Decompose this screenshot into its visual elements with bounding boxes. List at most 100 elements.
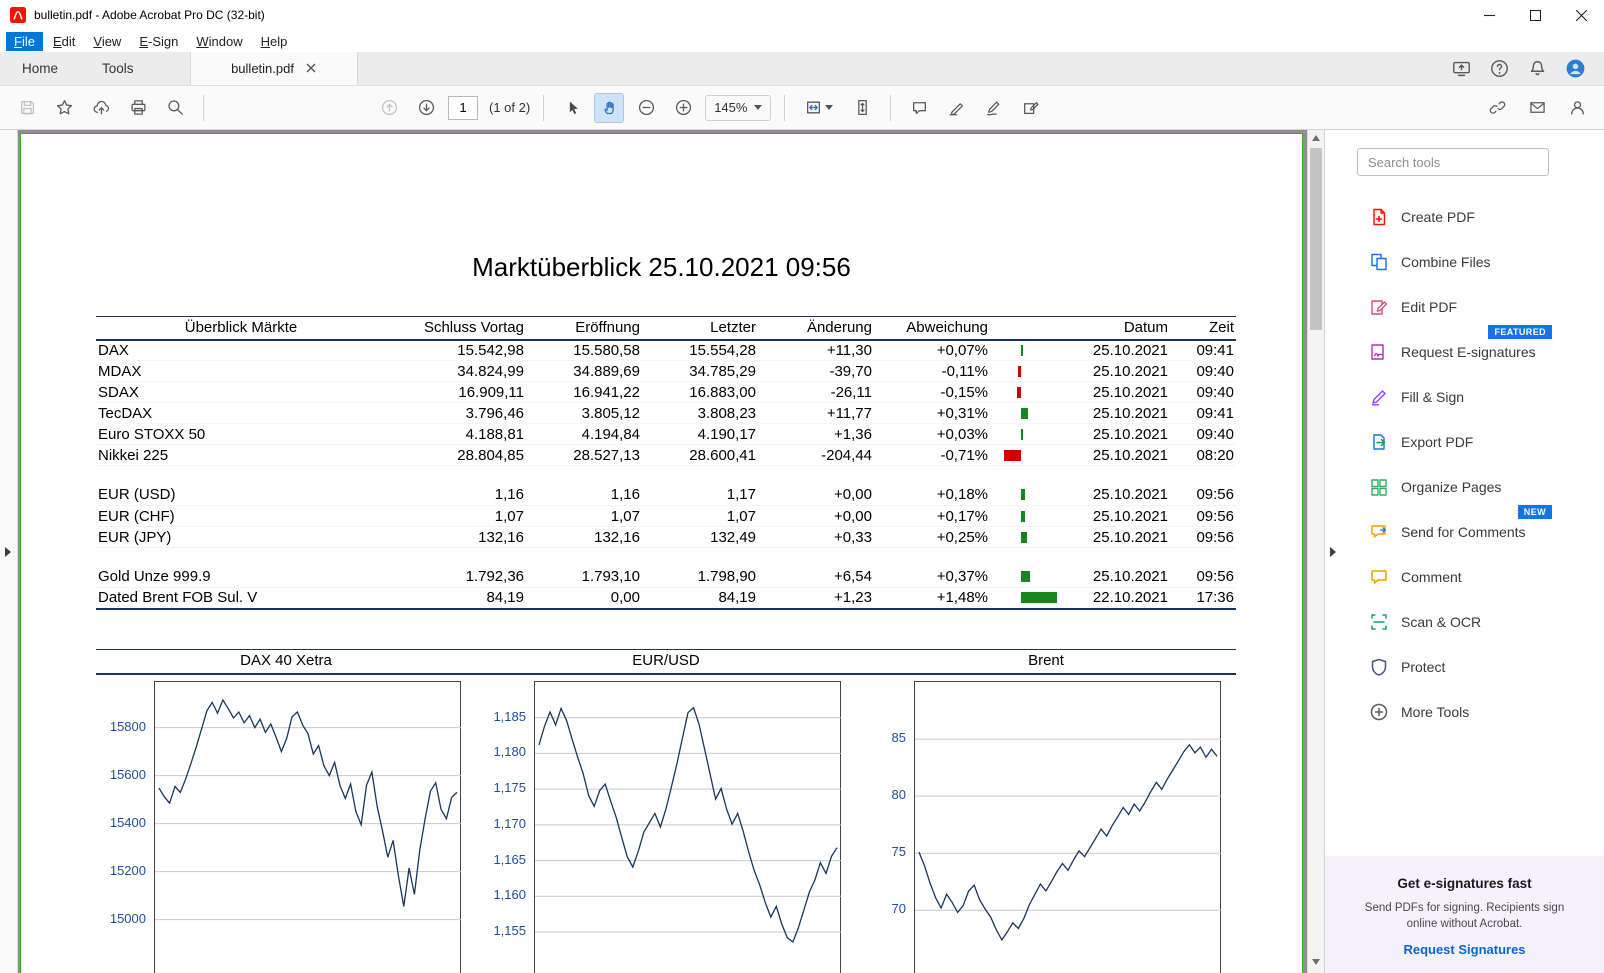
tool-scan-ocr[interactable]: Scan & OCR: [1325, 599, 1604, 644]
star-icon: [56, 99, 73, 116]
tab-document[interactable]: bulletin.pdf: [190, 52, 358, 85]
cell-open: 16.941,22: [526, 382, 642, 403]
minimize-icon: [1484, 10, 1495, 21]
table-row: Nikkei 22528.804,8528.527,1328.600,41-20…: [96, 445, 1236, 466]
tool-label: Protect: [1401, 659, 1445, 675]
tool-label: Combine Files: [1401, 254, 1490, 270]
page-number-input[interactable]: [448, 96, 478, 120]
tool-send-comments[interactable]: Send for CommentsNEW: [1325, 509, 1604, 554]
menu-bar: FileEditViewE-SignWindowHelp: [0, 30, 1604, 52]
toolbar-separator: [784, 95, 785, 121]
scroll-down-arrow-icon[interactable]: [1312, 959, 1320, 965]
tool-combine-files[interactable]: Combine Files: [1325, 239, 1604, 284]
share-screen-icon[interactable]: [1448, 56, 1474, 82]
cell-bar: [990, 588, 1050, 609]
cell-bar: [990, 567, 1050, 588]
zoom-out-button[interactable]: [631, 93, 661, 123]
menu-help[interactable]: Help: [253, 32, 296, 51]
cell-change: +1,23: [758, 588, 874, 609]
minimize-button[interactable]: [1466, 0, 1512, 30]
next-page-button[interactable]: [411, 93, 441, 123]
y-axis-label: 15200: [110, 863, 146, 878]
tool-organize-pages[interactable]: Organize Pages: [1325, 464, 1604, 509]
nav-pane-toggle-icon[interactable]: [5, 547, 11, 557]
search-button[interactable]: [160, 93, 190, 123]
zoom-level-select[interactable]: 145%: [705, 95, 771, 121]
request-signatures-link[interactable]: Request Signatures: [1351, 942, 1578, 957]
arrow-down-circle-icon: [418, 99, 435, 116]
table-row: EUR (JPY)132,16132,16132,49+0,33+0,25%25…: [96, 527, 1236, 548]
tool-create-pdf[interactable]: Create PDF: [1325, 194, 1604, 239]
cell-close: 132,16: [386, 527, 526, 548]
vertical-scrollbar[interactable]: [1307, 130, 1324, 973]
tool-fill-sign[interactable]: Fill & Sign: [1325, 374, 1604, 419]
person-icon: [1569, 99, 1586, 116]
share-cloud-button[interactable]: [86, 93, 116, 123]
cell-instrument: EUR (JPY): [96, 527, 386, 548]
highlight-tool-button[interactable]: [941, 93, 971, 123]
sign-tool-button[interactable]: [978, 93, 1008, 123]
menu-edit[interactable]: Edit: [45, 32, 83, 51]
notifications-bell-icon[interactable]: [1524, 56, 1550, 82]
toolbar-right-icons: [1482, 93, 1592, 123]
y-axis-label: 70: [892, 901, 906, 916]
previous-page-button[interactable]: [374, 93, 404, 123]
tool-edit-pdf[interactable]: Edit PDF: [1325, 284, 1604, 329]
more-tools-icon: [1369, 702, 1389, 722]
share-link-button[interactable]: [1482, 93, 1512, 123]
deviation-bar: [1002, 592, 1058, 603]
comment-tool-button[interactable]: [904, 93, 934, 123]
tool-label: Edit PDF: [1401, 299, 1457, 315]
menu-esign[interactable]: E-Sign: [131, 32, 186, 51]
tool-more-tools[interactable]: More Tools: [1325, 689, 1604, 734]
deviation-bar: [1002, 408, 1058, 419]
cell-last: 28.600,41: [642, 445, 758, 466]
menu-view[interactable]: View: [85, 32, 129, 51]
print-button[interactable]: [123, 93, 153, 123]
favorites-star-button[interactable]: [49, 93, 79, 123]
profile-button[interactable]: [1562, 93, 1592, 123]
edit-pdf-icon: [1369, 297, 1389, 317]
toolbar-separator: [203, 95, 204, 121]
cell-close: 84,19: [386, 588, 526, 609]
scrollbar-thumb[interactable]: [1310, 148, 1322, 330]
zoom-in-button[interactable]: [668, 93, 698, 123]
save-button[interactable]: [12, 93, 42, 123]
tool-label: Export PDF: [1401, 434, 1473, 450]
profile-avatar[interactable]: [1562, 56, 1588, 82]
document-viewport[interactable]: Marktüberblick 25.10.2021 09:56 Überblic…: [18, 130, 1307, 973]
cell-deviation: +0,17%: [874, 506, 990, 527]
hand-tool-button[interactable]: [594, 93, 624, 123]
cell-date: 25.10.2021: [1050, 506, 1170, 527]
tools-panel: Create PDF Combine Files Edit PDF Request E…: [1324, 130, 1604, 973]
page-fit-button[interactable]: [798, 93, 840, 123]
edit-tool-button[interactable]: [1015, 93, 1045, 123]
tab-tools[interactable]: Tools: [80, 52, 156, 85]
column-header: Zeit: [1170, 317, 1236, 340]
market-table: Überblick MärkteSchluss VortagEröffnungL…: [96, 316, 1236, 610]
tab-home[interactable]: Home: [0, 52, 80, 85]
scroll-up-arrow-icon[interactable]: [1312, 135, 1320, 141]
cell-change: +0,33: [758, 527, 874, 548]
cell-open: 34.889,69: [526, 361, 642, 382]
scroll-mode-button[interactable]: [847, 93, 877, 123]
close-button[interactable]: [1558, 0, 1604, 30]
tool-request-esignatures[interactable]: Request E-signaturesFEATURED: [1325, 329, 1604, 374]
tool-comment[interactable]: Comment: [1325, 554, 1604, 599]
search-tools-input[interactable]: [1357, 148, 1549, 176]
menu-window[interactable]: Window: [188, 32, 250, 51]
maximize-button[interactable]: [1512, 0, 1558, 30]
cell-change: -204,44: [758, 445, 874, 466]
tool-protect[interactable]: Protect: [1325, 644, 1604, 689]
cell-change: +0,00: [758, 506, 874, 527]
tab-close-icon[interactable]: [306, 61, 316, 76]
tool-export-pdf[interactable]: Export PDF: [1325, 419, 1604, 464]
cell-time: 09:40: [1170, 424, 1236, 445]
cell-close: 1,16: [386, 485, 526, 506]
select-tool-button[interactable]: [557, 93, 587, 123]
help-icon[interactable]: [1486, 56, 1512, 82]
promo-title: Get e-signatures fast: [1351, 876, 1578, 891]
email-button[interactable]: [1522, 93, 1552, 123]
menu-file[interactable]: File: [6, 32, 43, 51]
cell-deviation: -0,11%: [874, 361, 990, 382]
